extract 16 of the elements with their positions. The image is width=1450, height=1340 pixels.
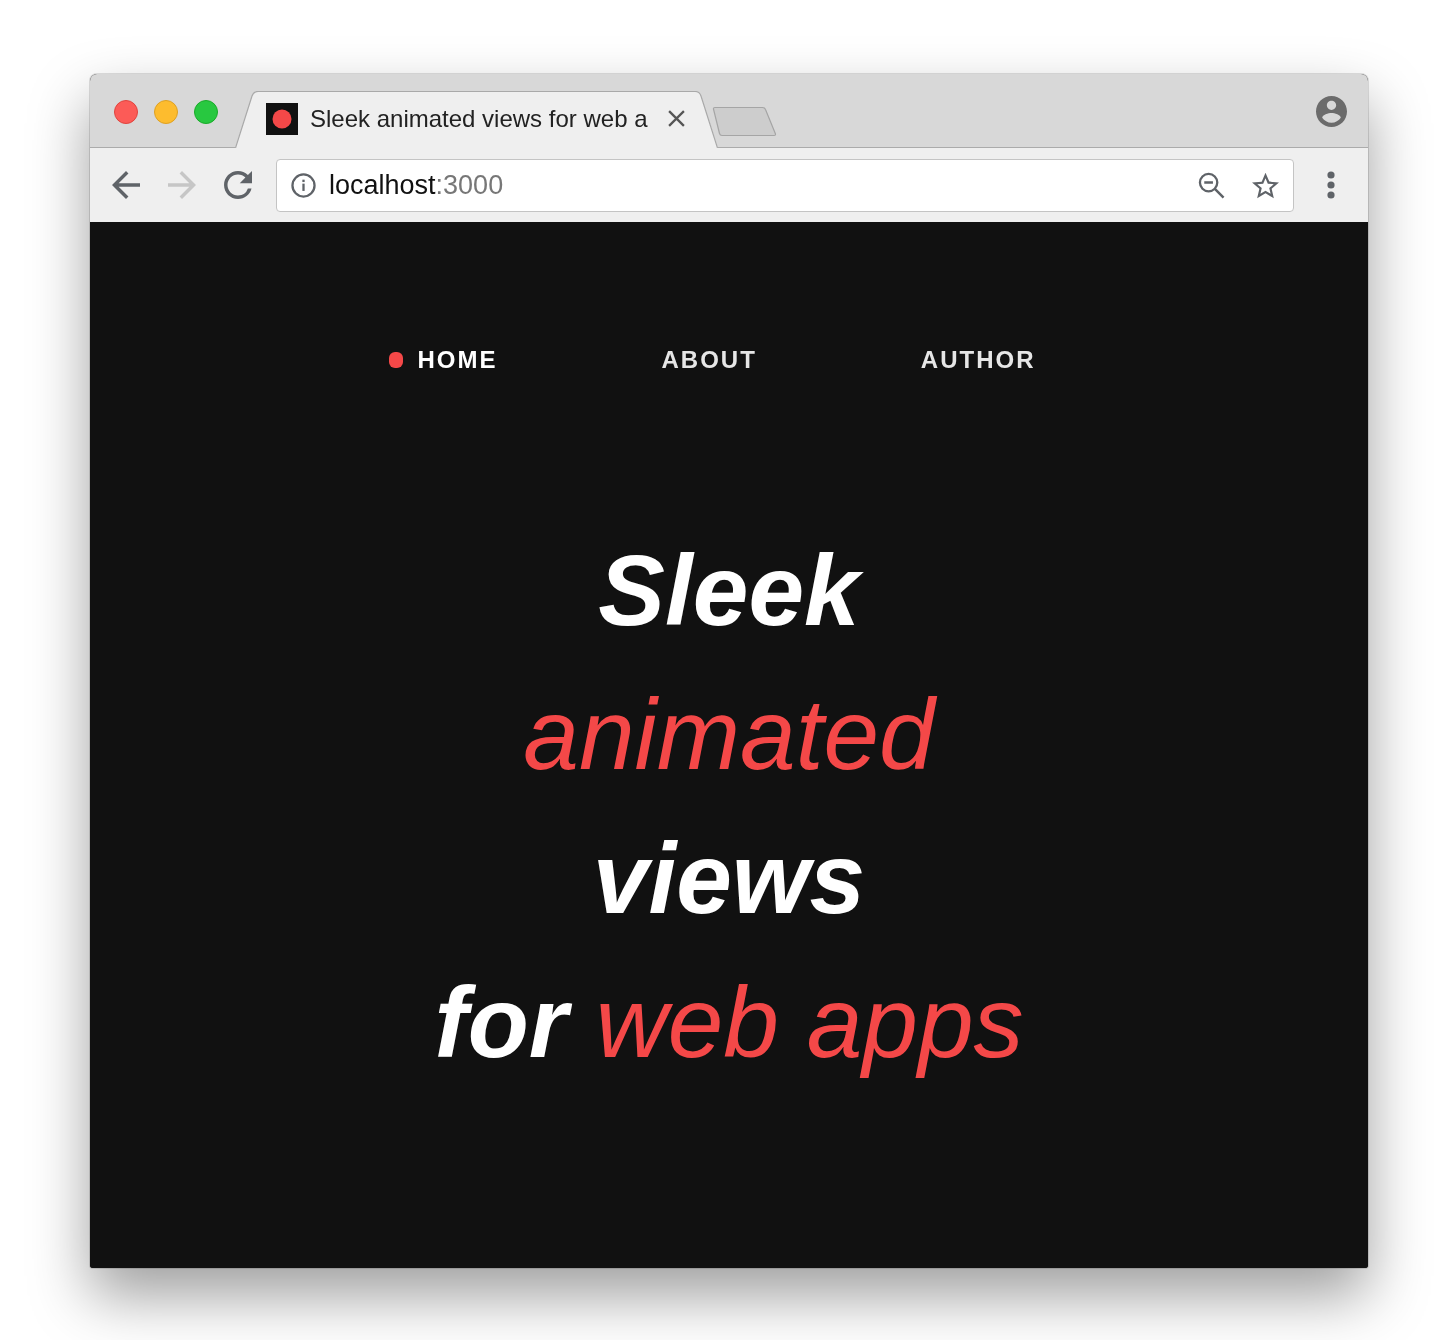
headline: Sleek animated views for web apps	[434, 533, 1024, 1080]
account-icon[interactable]	[1316, 96, 1347, 127]
menu-icon[interactable]	[1327, 171, 1335, 199]
nav-link[interactable]: ABOUT	[632, 346, 757, 374]
back-arrow-icon[interactable]	[112, 171, 140, 199]
reload-icon[interactable]	[224, 171, 252, 199]
browser-tab[interactable]: Sleek animated views for web a	[235, 91, 718, 148]
favicon-icon	[266, 102, 298, 135]
bookmark-star-icon[interactable]	[1252, 171, 1279, 199]
window-close-icon[interactable]	[114, 100, 138, 124]
nav-link[interactable]: HOME	[388, 346, 498, 374]
address-bar[interactable]: localhost:3000	[276, 158, 1294, 212]
info-icon[interactable]	[291, 172, 316, 198]
close-icon[interactable]	[668, 110, 685, 127]
nav-link[interactable]: AUTHOR	[891, 346, 1036, 374]
zoom-out-icon[interactable]	[1198, 171, 1225, 199]
